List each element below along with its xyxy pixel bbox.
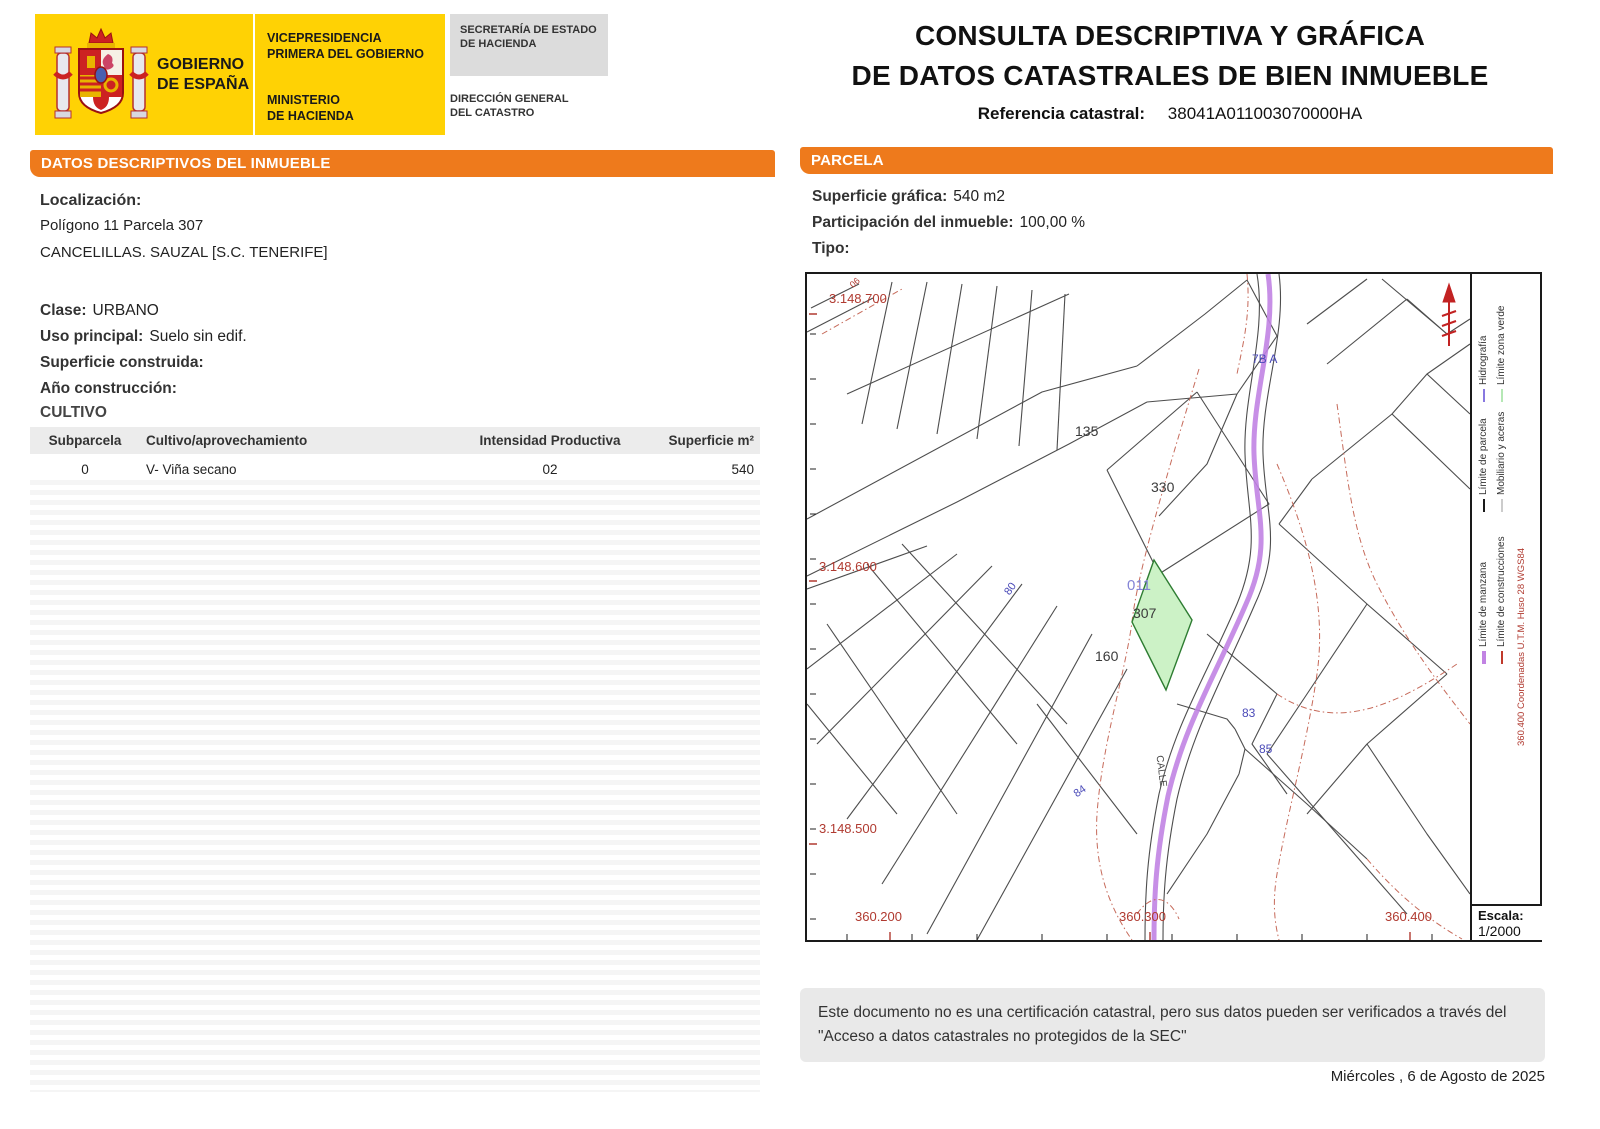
referencia-label: Referencia catastral: <box>977 104 1146 123</box>
cultivo-col-header: Subparcela <box>30 427 140 454</box>
map-label-83: 83 <box>1242 706 1256 720</box>
disclaimer-note: Este documento no es una certificación c… <box>800 988 1545 1062</box>
escala-value: 1/2000 <box>1478 923 1521 939</box>
logo-coat-block: GOBIERNO DE ESPAÑA <box>35 14 255 135</box>
map-label-307: 307 <box>1133 605 1157 621</box>
map-label-360-200: 360.200 <box>855 909 902 924</box>
legend-item: Límite de construcciones <box>1496 536 1507 664</box>
referencia-value: 38041A011003070000HA <box>1167 104 1363 123</box>
direccion-text: DIRECCIÓN GENERAL DEL CATASTRO <box>450 93 569 119</box>
map-label-135: 135 <box>1075 423 1099 439</box>
title-line1: CONSULTA DESCRIPTIVA Y GRÁFICA <box>914 20 1426 51</box>
legend-item: Límite zona verde <box>1496 305 1507 402</box>
localizacion-label: Localización: <box>40 192 142 209</box>
legend-item: Límite de manzana <box>1478 562 1489 664</box>
legend-swatch <box>1481 651 1486 664</box>
datos-descriptivos-content: Localización: Polígono 11 Parcela 307 CA… <box>40 192 760 402</box>
legend-swatch <box>1482 499 1485 512</box>
superficie-construida-field: Superficie construida: <box>40 354 204 371</box>
map-label-3-148-500: 3.148.500 <box>819 821 877 836</box>
document-date: Miércoles , 6 de Agosto de 2025 <box>1330 1068 1545 1085</box>
tipo-field: Tipo: <box>812 240 850 257</box>
legend-label: Hidrografía <box>1478 335 1489 385</box>
spain-coat-of-arms-icon <box>53 27 149 118</box>
legend-item: Mobiliario y aceras <box>1496 412 1507 512</box>
cultivo-table-header: Subparcela Cultivo/aprovechamiento Intensi… <box>30 427 760 454</box>
map-label-3-148-600: 3.148.600 <box>819 559 877 574</box>
parcela-fields: Superficie gráfica: 540 m2 Participación … <box>812 184 1532 262</box>
participacion-field: Participación del inmueble: 100,00 % <box>812 214 1086 231</box>
secretaria-text: SECRETARÍA DE ESTADO DE HACIENDA <box>460 24 597 50</box>
legend-swatch <box>1500 389 1503 402</box>
vicepresidencia-text: VICEPRESIDENCIA PRIMERA DEL GOBIERNO <box>267 31 424 61</box>
legend-swatch <box>1482 389 1485 402</box>
escala-box: Escala: 1/2000 <box>1470 904 1542 940</box>
cadastral-map: 3.148.700 06 3.148.600 3.148.500 360.200 360.… <box>805 272 1542 942</box>
coords-note: 360.400 Coordenadas U.T.M. Huso 28 WGS84 <box>1516 547 1527 746</box>
legend-item: Hidrografía <box>1478 336 1489 402</box>
logo-ministerio-block: VICEPRESIDENCIA PRIMERA DEL GOBIERNO MIN… <box>255 14 445 135</box>
ministerio-text: MINISTERIO DE HACIENDA <box>267 93 354 123</box>
section-parcela: PARCELA <box>800 147 1553 174</box>
uso-principal-field: Uso principal: Suelo sin edif. <box>40 328 247 345</box>
section-datos-descriptivos: DATOS DESCRIPTIVOS DEL INMUEBLE <box>30 150 775 177</box>
logo-gobierno-text: GOBIERNO DE ESPAÑA <box>157 55 250 93</box>
cultivo-col-header: Cultivo/aprovechamiento <box>140 427 450 454</box>
legend-divider <box>1470 274 1472 940</box>
legend-label: Límite zona verde <box>1496 305 1507 386</box>
legend-swatch <box>1500 651 1503 664</box>
map-label-3-148-700: 3.148.700 <box>829 291 887 306</box>
secretaria-box: SECRETARÍA DE ESTADO DE HACIENDA <box>450 14 608 76</box>
map-label-330: 330 <box>1151 479 1175 495</box>
localizacion-line2: CANCELILLAS. SAUZAL [S.C. TENERIFE] <box>40 244 328 261</box>
localizacion-line1: Polígono 11 Parcela 307 <box>40 217 204 234</box>
title-line2: DE DATOS CATASTRALES DE BIEN INMUEBLE <box>851 60 1489 91</box>
map-label-7b-a: 7B A <box>1252 352 1278 366</box>
clase-field: Clase: URBANO <box>40 302 159 319</box>
legend-label: Límite de manzana <box>1478 561 1489 647</box>
cultivo-table: Subparcela Cultivo/aprovechamiento Intensi… <box>30 427 760 485</box>
direccion-box: DIRECCIÓN GENERAL DEL CATASTRO <box>450 92 620 120</box>
map-label-160: 160 <box>1095 648 1119 664</box>
legend-item: Límite de parcela <box>1478 418 1489 512</box>
superficie-grafica-field: Superficie gráfica: 540 m2 <box>812 188 1005 205</box>
legend-label: Límite de parcela <box>1478 418 1489 495</box>
map-label-360-400: 360.400 <box>1385 909 1432 924</box>
escala-label: Escala: <box>1478 908 1524 923</box>
cultivo-col-header: Superficie m² <box>650 427 760 454</box>
anio-construccion-field: Año construcción: <box>40 380 177 397</box>
map-label-85: 85 <box>1259 742 1273 756</box>
north-arrow-icon <box>1441 282 1457 346</box>
empty-table-rows <box>30 480 760 1092</box>
legend-label: Límite de construcciones <box>1496 536 1507 647</box>
legend-swatch <box>1500 499 1503 512</box>
map-label-360-300: 360.300 <box>1119 909 1166 924</box>
legend-label: Mobiliario y aceras <box>1496 411 1507 495</box>
cultivo-title: CULTIVO <box>40 404 107 421</box>
gobierno-logo: GOBIERNO DE ESPAÑA VICEPRESIDENCIA PRIME… <box>35 14 445 135</box>
document-title: CONSULTA DESCRIPTIVA Y GRÁFICA DE DATOS … <box>810 16 1530 124</box>
map-label-011: 011 <box>1127 577 1151 594</box>
cadastral-map-drawing <box>807 274 1471 940</box>
referencia-catastral: Referencia catastral: 38041A011003070000… <box>810 104 1530 124</box>
cultivo-col-header: Intensidad Productiva <box>450 427 650 454</box>
